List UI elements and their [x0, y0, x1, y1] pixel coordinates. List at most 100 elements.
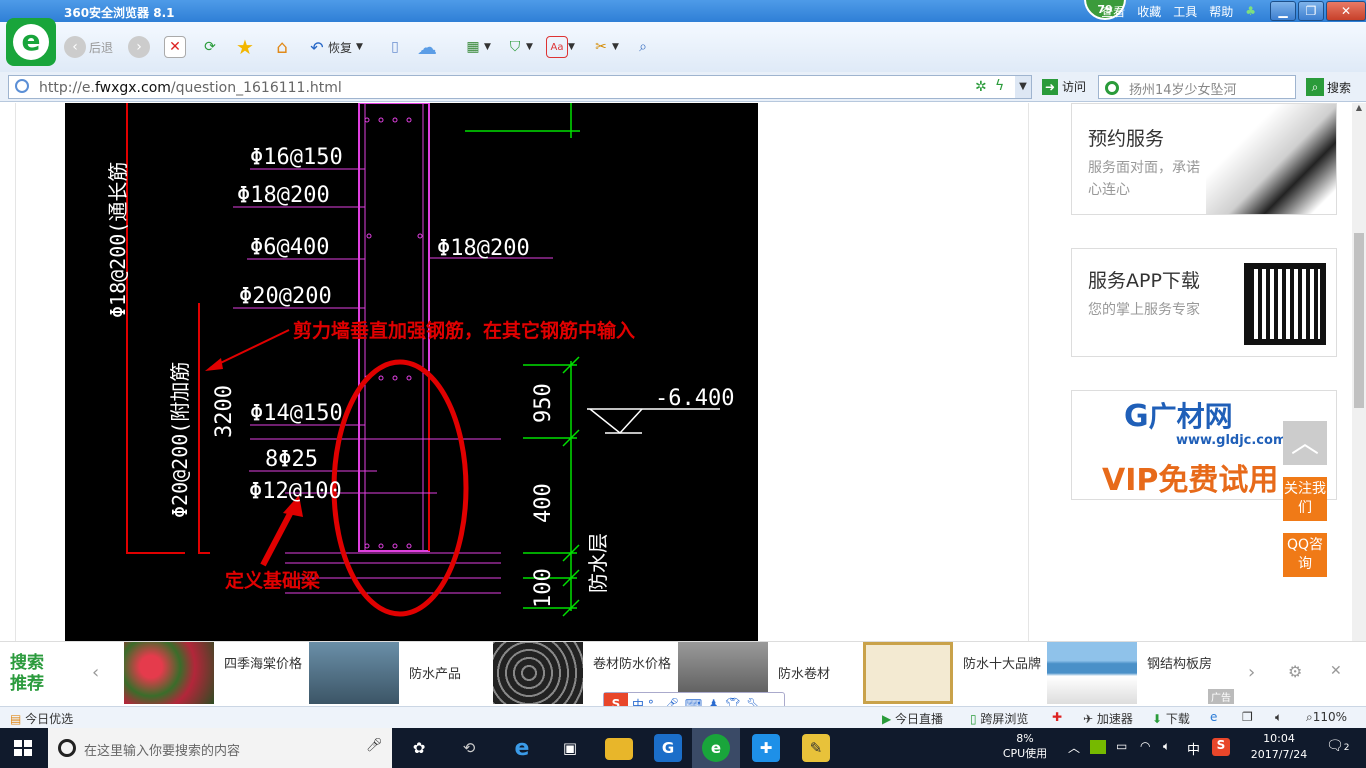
appointment-card[interactable]: 预约服务 服务面对面，承诺心连心 — [1071, 103, 1337, 215]
status-bar: ▤ 今日优选 ▶ 今日直播 ▯ 跨屏浏览 ✚ ✈ 加速器 ⬇ 下载 e ❐ 🔈︎… — [0, 706, 1366, 728]
clock[interactable]: 10:04 2017/7/24 — [1246, 731, 1312, 763]
stop-button[interactable]: ✕ — [164, 34, 186, 60]
app-download-card[interactable]: 服务APP下载 您的掌上服务专家 — [1071, 248, 1337, 357]
menu-view[interactable]: 查看 — [1101, 3, 1125, 20]
shield-button[interactable]: ⛉ ▼ — [504, 34, 533, 60]
gldjc-logo-icon: G广材网 — [1124, 399, 1233, 434]
menu-favorites[interactable]: 收藏 — [1137, 3, 1161, 20]
store-icon[interactable]: ▣ — [556, 734, 584, 762]
url-input[interactable]: http://e.fwxgx.com/question_1616111.html… — [8, 75, 1032, 99]
toolbar: ‹ 后退 › ✕ ⟳ ★ ⌂ ↶ 恢复 ▼ ▯ ☁ ▦ ▼ ⛉ ▼ Aa ▼ ✂ ▼ ⌕ — [0, 22, 1366, 72]
play-icon: ▶ — [882, 712, 896, 726]
file-explorer-icon[interactable] — [605, 738, 633, 760]
window-icon[interactable]: ❐ — [1242, 710, 1253, 724]
sogou-tray-icon[interactable]: S — [1212, 738, 1230, 756]
screenshot-button[interactable]: ✂ ▼ — [590, 34, 619, 60]
steel-house-thumbnail — [1047, 642, 1137, 704]
favorite-button[interactable]: ★ — [234, 34, 256, 60]
close-button[interactable]: ✕ — [1326, 1, 1366, 21]
minimize-button[interactable]: ▁ — [1270, 1, 1296, 21]
card-title: 服务APP下载 — [1088, 270, 1200, 292]
close-recommend-icon[interactable]: ✕ — [1330, 663, 1342, 679]
download-arrow-icon: ⬇ — [1152, 712, 1166, 726]
scroll-thumb[interactable] — [1354, 233, 1364, 408]
back-to-top-button[interactable]: ︿ — [1283, 421, 1327, 465]
page-scrollbar[interactable]: ▲ — [1352, 103, 1366, 641]
battery-icon[interactable]: ▭ — [1116, 739, 1127, 753]
skin-icon[interactable]: ♣ — [1245, 4, 1256, 18]
nvidia-icon[interactable] — [1090, 740, 1106, 754]
app-plus-icon[interactable]: ✚ — [752, 734, 780, 762]
restore-button[interactable]: ❐ — [1298, 1, 1324, 21]
waterproof-thumbnail — [309, 642, 399, 704]
home-button[interactable]: ⌂ — [271, 34, 293, 60]
accelerator-link[interactable]: ✈ 加速器 — [1083, 710, 1133, 727]
phone-button[interactable]: ▯ — [384, 34, 406, 60]
refresh-button[interactable]: ⟳ — [199, 34, 221, 60]
today-picks-link[interactable]: ▤ 今日优选 — [10, 710, 73, 727]
mic-taskbar-icon[interactable]: 🎤︎ — [366, 738, 383, 753]
search-input[interactable]: 扬州14岁少女坠河 — [1098, 75, 1296, 99]
zoom-icon: ⌕ — [1306, 710, 1313, 724]
search-button[interactable]: ⌕ 搜索 — [1306, 78, 1351, 96]
translate-button[interactable]: Aa ▼ — [546, 34, 575, 60]
health-icon[interactable]: ✚ — [1052, 710, 1062, 724]
browser-logo-icon[interactable]: e — [6, 18, 56, 66]
cloud-button[interactable]: ☁ — [416, 34, 438, 60]
ime-indicator[interactable]: 中 — [1187, 739, 1200, 758]
edge-browser-icon[interactable]: e — [508, 734, 536, 762]
menu-help[interactable]: 帮助 — [1209, 3, 1233, 20]
zoom-button[interactable]: ⌕ — [632, 34, 654, 60]
annotation-shear-wall: 剪力墙垂直加强钢筋，在其它钢筋中输入 — [293, 319, 635, 342]
ad-url: www.gldjc.com — [1176, 433, 1287, 448]
back-button[interactable]: ‹ 后退 — [64, 34, 113, 60]
home-icon: ⌂ — [276, 36, 288, 58]
back-arrow-icon: ‹ — [64, 36, 86, 58]
start-windows-icon[interactable] — [14, 740, 32, 756]
rebar-label-6: Φ14@150 — [250, 401, 343, 426]
glodon-app-icon[interactable]: G — [654, 734, 682, 762]
page-content: Φ16@150 Φ18@200 Φ6@400 Φ18@200 Φ20@200 Φ… — [0, 103, 1352, 641]
menu-tools[interactable]: 工具 — [1173, 3, 1197, 20]
volume-tray-icon[interactable]: 🔈︎ — [1163, 739, 1170, 754]
speed-mode-icon[interactable]: ϟ — [995, 78, 1004, 94]
wifi-icon[interactable]: ◠ — [1140, 739, 1150, 753]
browser-360-taskbar-icon[interactable]: e — [702, 734, 730, 762]
stop-icon: ✕ — [164, 36, 186, 58]
taskbar-search-input[interactable]: 在这里输入你要搜索的内容 🎤︎ — [48, 728, 392, 768]
url-dropdown-icon[interactable]: ▼ — [1015, 76, 1031, 98]
url-prefix: http://e. — [39, 80, 95, 96]
restore-tab-button[interactable]: ↶ 恢复 ▼ — [306, 34, 363, 60]
rebar-label-2: Φ18@200 — [237, 183, 330, 208]
scissors-icon: ✂ — [595, 39, 607, 55]
scroll-up-arrow[interactable]: ▲ — [1352, 103, 1366, 117]
star-icon: ★ — [236, 35, 254, 59]
taskbar: 在这里输入你要搜索的内容 🎤︎ ✿ ⟲ e ▣ G e ✚ ✎ 8% CPU使用… — [0, 728, 1366, 768]
certificate-thumbnail — [863, 642, 953, 704]
zoom-level[interactable]: ⌕110% — [1306, 710, 1347, 725]
app-pinwheel-icon[interactable]: ✿ — [405, 734, 433, 762]
compat-mode-icon[interactable]: ✲ — [975, 79, 987, 95]
forward-button[interactable]: › — [128, 34, 150, 60]
vertical-label-right: 防水层 — [586, 533, 610, 593]
prev-arrow-icon[interactable]: ‹ — [92, 662, 99, 683]
apps-grid-icon: ▦ — [466, 39, 480, 55]
apps-button[interactable]: ▦ ▼ — [462, 34, 491, 60]
app-spiral-icon[interactable]: ⟲ — [455, 734, 483, 762]
shield-icon: ⛉ — [509, 39, 521, 55]
settings-gear-icon[interactable]: ⚙ — [1288, 662, 1302, 681]
download-link[interactable]: ⬇ 下载 — [1152, 710, 1190, 727]
notification-center-icon[interactable]: 🗨︎2 — [1326, 738, 1350, 754]
follow-us-button[interactable]: 关注我们 — [1283, 477, 1327, 521]
visit-button[interactable]: ➜ 访问 — [1042, 78, 1086, 95]
tray-up-arrow-icon[interactable]: ︿ — [1068, 739, 1080, 756]
vertical-label-mid: Φ20@200(附加筋 — [168, 362, 192, 518]
elevation-label: -6.400 — [655, 386, 734, 411]
next-arrow-icon[interactable]: › — [1248, 662, 1255, 683]
qq-consult-button[interactable]: QQ咨询 — [1283, 533, 1327, 577]
cross-screen-link[interactable]: ▯ 跨屏浏览 — [970, 710, 1028, 727]
notepad-icon[interactable]: ✎ — [802, 734, 830, 762]
volume-icon[interactable]: 🔈︎ — [1275, 710, 1282, 725]
ie-icon[interactable]: e — [1210, 710, 1217, 724]
live-link[interactable]: ▶ 今日直播 — [882, 710, 943, 727]
